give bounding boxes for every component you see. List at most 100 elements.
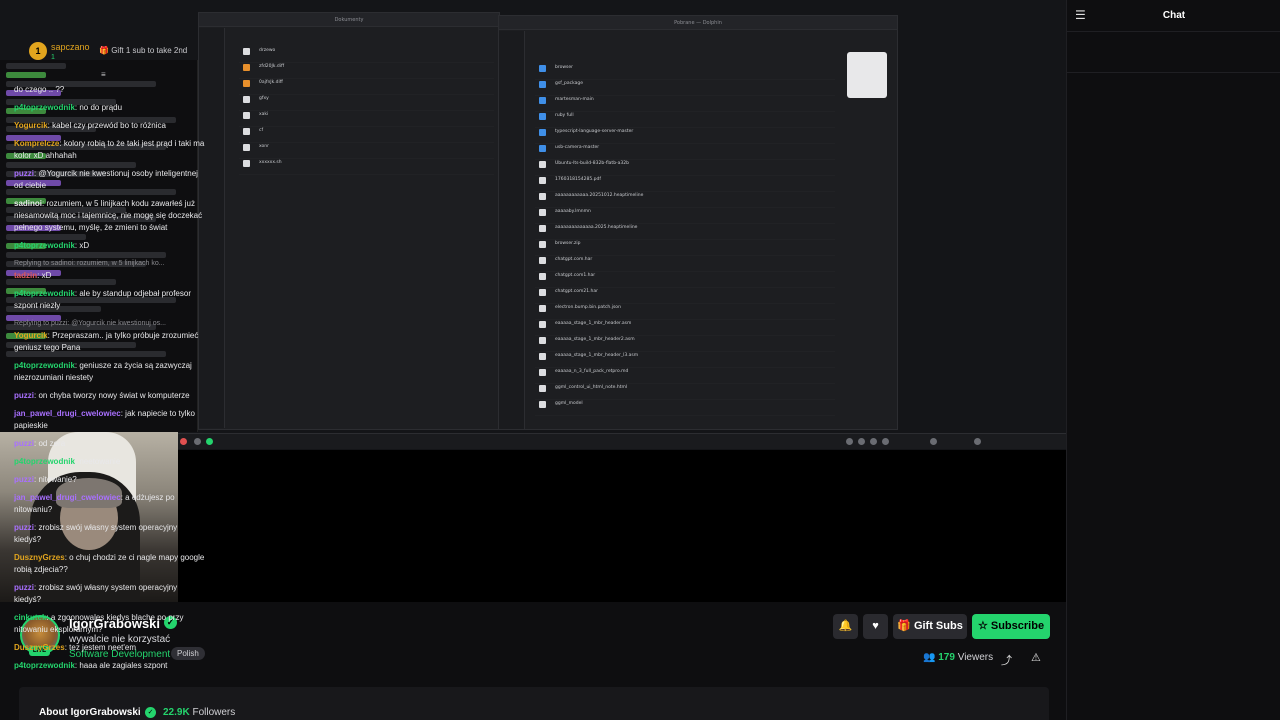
pinned-username[interactable]: sapczano [51,42,90,52]
file-row[interactable]: gsf_package [535,80,835,96]
file-row[interactable]: Ubuntu-lts-build-832b-flatb-a32b [535,160,835,176]
chat-username[interactable]: p4toprzewodnik [14,289,75,298]
file-row[interactable]: chatgpt.com1.har [535,272,835,288]
file-name: cf [259,128,264,133]
file-name: martesman-main [555,97,594,102]
file-icon [539,257,546,264]
chat-username[interactable]: jan_pawel_drugi_cwelowiec [14,493,121,502]
chat-text: neetowanie [79,457,121,466]
file-row[interactable]: usb-camera-master [535,144,835,160]
file-icon [539,241,546,248]
file-row[interactable]: martesman-main [535,96,835,112]
file-row[interactable]: chatgpt.com.har [535,256,835,272]
gift-icon: 🎁 [99,46,109,55]
chat-username[interactable]: jan_pawel_drugi_cwelowiec [14,409,121,418]
chat-panel: ☰ Chat [1066,0,1280,720]
subscribe-button[interactable]: ☆ Subscribe [972,614,1050,639]
share-icon[interactable]: ⤴ [1001,652,1012,668]
file-row[interactable]: xonr [239,143,494,159]
chat-username[interactable]: sadinoi [14,199,42,208]
file-name: browser.zip [555,241,581,246]
chat-username[interactable]: Yogurcik [14,121,48,130]
chat-username[interactable]: p4toprzewodnik [14,661,75,670]
chat-message: puzzi: nitowanie? [14,475,77,484]
file-name: gfxy [259,96,269,101]
chat-message: Yogurcik: Przepraszam.. ja tylko próbuje… [14,331,199,352]
file-icon [539,193,546,200]
folder-icon [539,129,546,136]
file-row[interactable]: gfxy [239,95,494,111]
chat-username[interactable]: puzzi [14,391,34,400]
chat-username[interactable]: Yogurcik [14,331,48,340]
file-row[interactable]: aaaaaby.lmnmn [535,208,835,224]
file-row[interactable]: browser.zip [535,240,835,256]
file-icon [539,369,546,376]
chat-username[interactable]: p4toprzewodnik [14,361,75,370]
file-name: gsf_package [555,81,584,86]
chat-username[interactable]: p4toprzewodnik [14,241,75,250]
file-icon [539,353,546,360]
folder-icon [539,113,546,120]
verified-icon: ✓ [145,707,156,718]
file-row[interactable]: ggml_control_ui_html_note.html [535,384,835,400]
chat-username[interactable]: Komprelcze [14,139,59,148]
file-row[interactable]: typescript-language-server-master [535,128,835,144]
file-name: browser [555,65,574,70]
file-row[interactable]: aaaaaaaaaaaaaa.2025.heaptimeline [535,224,835,240]
chat-username[interactable]: puzzi [14,169,34,178]
file-row[interactable]: eaaaaa_stage_1_mbr_header.asm [535,320,835,336]
file-icon [243,48,250,55]
file-row[interactable]: cf [239,127,494,143]
chat-username[interactable]: tadzin [14,271,37,280]
file-row[interactable]: 1760318154285.pdf [535,176,835,192]
chat-username[interactable]: p4toprzewodnik [14,103,75,112]
file-icon [243,160,250,167]
chat-message: puzzi: @Yogurcik nie kwestionuj osoby in… [14,169,198,190]
file-row[interactable]: eaaaaa_n_3_full_pack_retpro.md [535,368,835,384]
folder-icon [539,65,546,72]
chat-username[interactable]: DusznyGrzes [14,643,65,652]
file-row[interactable]: zfd20Jk.diff [239,63,494,79]
chat-text: zrobisz swój własny system operacyjny ki… [14,523,178,544]
gift-subs-label: Gift Subs [913,620,963,632]
file-row[interactable]: electron.bump.bin.patch.json [535,304,835,320]
viewer-count: 👥 179 Viewers [923,652,994,663]
expand-pinned-icon[interactable]: ≡ [101,70,106,79]
chat-username[interactable]: puzzi [14,583,34,592]
file-name: xaki [259,112,269,117]
report-icon[interactable]: ⚠ [1031,651,1041,664]
file-row[interactable]: browser [535,64,835,80]
gift-subs-button[interactable]: 🎁 Gift Subs [893,614,967,639]
chat-username[interactable]: cinkutek [14,613,46,622]
file-icon [243,112,250,119]
pinned-gifter-bar [1067,33,1280,73]
chat-text: xD [79,241,90,250]
file-name: eaaaaa_stage_1_mbr_header.asm [555,321,632,326]
chat-username[interactable]: p4toprzewodnik [14,457,75,466]
file-row[interactable]: eaaaaa_stage_1_mbr_header2.asm [535,336,835,352]
follow-button[interactable]: ♥ [863,614,888,639]
gift-icon: 🎁 [897,620,911,632]
file-name: aaaaaaaaaaaa.20251012.heaptimeline [555,193,644,198]
file-row[interactable]: aaaaaaaaaaaa.20251012.heaptimeline [535,192,835,208]
file-name: ggml_control_ui_html_note.html [555,385,628,390]
chat-message: puzzi: od zera [14,439,66,448]
chat-text: tez jestem neet'em [69,643,137,652]
chat-message: DusznyGrzes: tez jestem neet'em [14,643,137,652]
chat-text: on chyba tworzy nowy świat w komputerze [38,391,190,400]
file-row[interactable]: chatgpt.com21.har [535,288,835,304]
notification-bell-button[interactable]: 🔔 [833,614,858,639]
file-row[interactable]: 0ajfnJk.diff [239,79,494,95]
chat-username[interactable]: DusznyGrzes [14,553,65,562]
file-row[interactable]: drzewo [239,47,494,63]
chat-username[interactable]: puzzi [14,523,34,532]
file-name: chatgpt.com.har [555,257,593,262]
chat-username[interactable]: puzzi [14,439,34,448]
file-row[interactable]: xxxxxx.sh [239,159,494,175]
file-row[interactable]: ruby full [535,112,835,128]
chat-message: Yogurcik: kabel czy przewód bo to różnic… [14,121,166,130]
file-row[interactable]: eaaaaa_stage_1_mbr_header_l3.asm [535,352,835,368]
chat-username[interactable]: puzzi [14,475,34,484]
file-row[interactable]: xaki [239,111,494,127]
file-row[interactable]: ggml_model [535,400,835,416]
